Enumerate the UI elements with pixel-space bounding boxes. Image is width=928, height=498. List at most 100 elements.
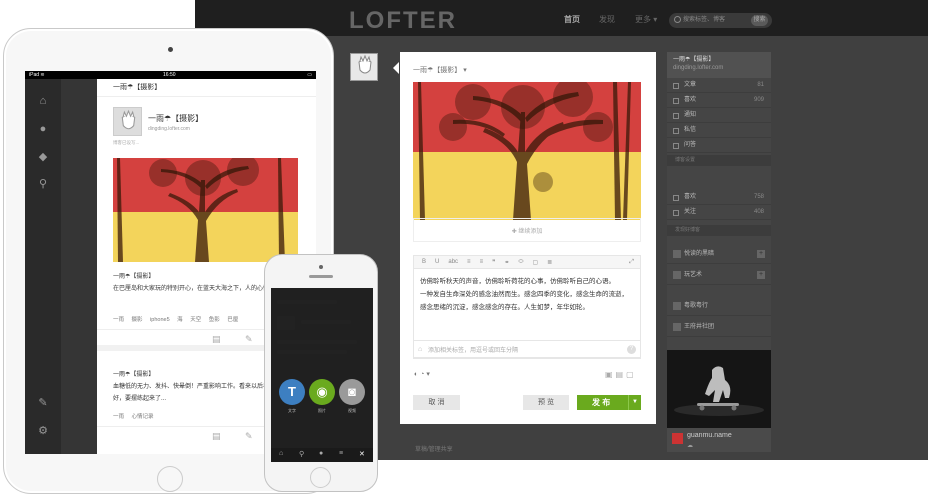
home-button xyxy=(157,466,183,492)
edit-icon[interactable]: ✎ xyxy=(245,432,254,441)
follow-plus-icon[interactable]: + xyxy=(757,250,765,258)
ipad-feed-column xyxy=(61,79,97,454)
home-button xyxy=(310,467,331,488)
tag-icon: ⌂ xyxy=(418,346,423,353)
search-button[interactable]: 搜索 xyxy=(751,15,768,26)
strikethrough-icon[interactable]: abc xyxy=(448,259,458,265)
iphone-tab-bar: ⌂ ⚲ ● ≡ ✕ xyxy=(271,448,373,462)
post-photo[interactable] xyxy=(113,158,298,262)
photo-post-label: 照片 xyxy=(318,408,326,413)
video-post-button[interactable]: ◙ xyxy=(339,379,365,405)
iphone-screen: T 文字 ◉ 照片 ◙ 视频 ⌂ ⚲ ● ≡ ✕ xyxy=(271,288,373,462)
post-editor: 一雨☂【摄影】 ▾ ✚ 继续添加 B U abc ≡ ≡ ❞ ⚭ ⬭ ▢ ≣ ⤢… xyxy=(393,52,656,424)
right-sidebar: 一雨☂【摄影】 dingding.lofter.com 文章 81 喜欢 909 通… xyxy=(667,52,771,452)
add-more-button[interactable]: ✚ 继续添加 xyxy=(413,218,641,242)
follow-plus-icon[interactable]: + xyxy=(757,271,765,279)
battery-icon: ▭ xyxy=(307,72,312,78)
user-icon xyxy=(673,210,679,216)
recommend-item[interactable]: 王府井社团 xyxy=(667,317,771,337)
sidebar-item-questions[interactable]: 问答 xyxy=(667,138,771,153)
search-icon[interactable]: ⚲ xyxy=(299,450,304,458)
bold-icon[interactable]: B xyxy=(422,259,426,265)
tag-icon[interactable]: ◆ xyxy=(36,150,50,164)
search-icon[interactable]: ⚲ xyxy=(36,177,50,191)
recommend-item[interactable]: 粤歌粤行 xyxy=(667,296,771,316)
nav-home[interactable]: 首页 xyxy=(564,14,580,41)
blog-url[interactable]: dingding.lofter.com xyxy=(148,126,190,132)
menu-icon[interactable]: ≡ xyxy=(339,450,343,457)
user-icon[interactable]: ● xyxy=(319,450,323,457)
recommend-item[interactable]: 玩艺术 + xyxy=(667,265,771,285)
body-line: 一种发自生命深处的感念油然而生。感念四季的变化，感念生命的流逝， xyxy=(420,291,628,298)
sidebar-section-settings[interactable]: 博客设置 xyxy=(667,155,771,166)
camera-icon xyxy=(168,47,173,52)
gear-icon[interactable]: ⚙ xyxy=(36,424,50,438)
ipad-side-nav: ⌂ ● ◆ ⚲ ✎ ⚙ xyxy=(25,79,61,454)
link-icon[interactable]: ⚭ xyxy=(504,259,509,266)
sidebar-item-likes[interactable]: 喜欢 909 xyxy=(667,93,771,108)
sidebar-item-following-likes[interactable]: 喜欢 758 xyxy=(667,190,771,205)
body-line: 仿佛聆听秋天的声音，仿佛聆听荷花的心事，仿佛聆听自己的心语。 xyxy=(420,278,615,285)
sidebar-section-recommend[interactable]: 发现好博客 xyxy=(667,225,771,236)
sidebar-item-following[interactable]: 关注 408 xyxy=(667,205,771,220)
body-line: 感念思绪的沉淀，感念感念的存在。人生如梦，年华如轮。 xyxy=(420,304,589,311)
comment-icon[interactable]: ▤ xyxy=(212,335,221,344)
quote-icon[interactable]: ❞ xyxy=(492,259,495,266)
home-icon[interactable]: ⌂ xyxy=(36,94,50,108)
blog-selector[interactable]: 一雨☂【摄影】 ▾ xyxy=(413,65,467,75)
share-icons[interactable]: ▣▤▢ xyxy=(605,370,637,379)
cancel-button[interactable]: 取 消 xyxy=(413,395,460,410)
bullet-list-icon[interactable]: ≡ xyxy=(467,259,471,265)
privacy-selector[interactable]: ◐ ◔ ▾ xyxy=(414,370,430,378)
image-icon[interactable]: ▢ xyxy=(532,259,538,266)
post-tags[interactable]: 一雨 心情记录 xyxy=(113,412,154,420)
preview-button[interactable]: 预 览 xyxy=(523,395,569,410)
sidebar-item-notifications[interactable]: 通知 xyxy=(667,108,771,123)
blog-header: 一雨☂【摄影】 xyxy=(97,79,316,97)
user-icon[interactable]: ● xyxy=(36,122,50,136)
video-post-label: 视频 xyxy=(348,408,356,413)
nav-more-dropdown[interactable]: 更多 ▾ xyxy=(635,14,657,25)
home-icon[interactable]: ⌂ xyxy=(279,450,283,457)
sidebar-user-url: dingding.lofter.com xyxy=(673,65,724,71)
overlay-dim xyxy=(271,288,373,462)
comment-icon[interactable]: ▤ xyxy=(212,432,221,441)
unlink-icon[interactable]: ⬭ xyxy=(518,259,523,266)
post-tags[interactable]: 一雨 摄影 iphone5 海 天空 鱼影 巴厘 xyxy=(113,315,238,323)
align-icon[interactable]: ≣ xyxy=(547,259,552,266)
sidebar-user-name: 一雨☂【摄影】 xyxy=(673,57,715,63)
question-icon xyxy=(673,143,679,149)
blog-avatar-icon xyxy=(673,302,681,310)
edit-icon[interactable]: ✎ xyxy=(245,335,254,344)
nav-discover[interactable]: 发现 xyxy=(599,14,615,25)
search-icon xyxy=(674,16,681,23)
blog-avatar-icon xyxy=(673,271,681,279)
underline-icon[interactable]: U xyxy=(435,259,439,265)
tags-input[interactable]: ⌂ 添加相关标签，用逗号或回车分隔 ? xyxy=(413,340,641,358)
text-post-button[interactable]: T xyxy=(279,379,305,405)
sidebar-user[interactable]: 一雨☂【摄影】 dingding.lofter.com xyxy=(667,52,771,78)
rich-text-toolbar: B U abc ≡ ≡ ❞ ⚭ ⬭ ▢ ≣ ⤢ xyxy=(413,255,641,269)
publish-options-chevron-down-icon[interactable]: ▼ xyxy=(628,395,641,410)
number-list-icon[interactable]: ≡ xyxy=(480,259,484,265)
status-bar: iPad ≋ 16:50 ▭ xyxy=(25,71,316,79)
recommended-blog-card[interactable]: guanmu.name ☁ xyxy=(667,428,771,452)
photo-post-button[interactable]: ◉ xyxy=(309,379,335,405)
recommended-blog-name: guanmu.name xyxy=(687,432,732,439)
user-avatar[interactable] xyxy=(350,53,378,81)
fullscreen-icon[interactable]: ⤢ xyxy=(629,259,634,266)
recommended-photo[interactable] xyxy=(667,350,771,428)
close-icon[interactable]: ✕ xyxy=(359,450,365,458)
speaker-grille xyxy=(309,275,333,278)
help-icon[interactable]: ? xyxy=(627,345,636,354)
recommended-blog-sub: ☁ xyxy=(687,443,693,449)
sidebar-item-posts[interactable]: 文章 81 xyxy=(667,78,771,93)
blog-avatar-icon xyxy=(673,250,681,258)
avatar[interactable] xyxy=(113,107,142,136)
sidebar-item-messages[interactable]: 私信 xyxy=(667,123,771,138)
recommend-item[interactable]: 悦读的黑暗 + xyxy=(667,244,771,264)
drafts-link[interactable]: 草稿/管理共享 xyxy=(415,444,453,453)
text-post-label: 文字 xyxy=(288,408,296,413)
compose-icon[interactable]: ✎ xyxy=(36,396,50,410)
lofter-logo[interactable]: LOFTER xyxy=(349,7,457,35)
